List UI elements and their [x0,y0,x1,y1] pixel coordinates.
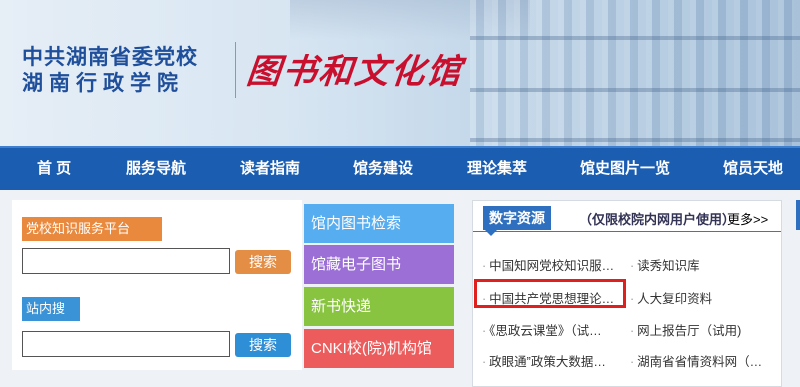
site-search-input[interactable] [22,331,230,357]
access-note: （仅限校院内网用户使用） [579,212,736,227]
adjacent-panel-edge [796,200,800,230]
nav-service-guide[interactable]: 服务导航 [126,148,186,190]
title-pointer [485,230,497,236]
banner-bookshelf-image [470,0,800,146]
digital-resources-title: 数字资源 [483,206,551,230]
more-link[interactable]: 更多>> [727,209,768,228]
nav-history-photos[interactable]: 馆史图片一览 [580,148,670,190]
nav-library-affairs[interactable]: 馆务建设 [353,148,413,190]
tile-new-books[interactable]: 新书快递 [304,287,454,326]
library-name-calligraphy: 图书和文化馆 [244,52,465,92]
highlight-box [474,279,626,308]
school-name-line2: 湖南行政学院 [22,71,184,95]
tile-book-search[interactable]: 馆内图书检索 [304,204,454,243]
knowledge-platform-label[interactable]: 党校知识服务平台 [22,217,162,241]
resource-link-renda-reprints[interactable]: · 人大复印资料 [630,288,712,307]
tile-cnki-institution[interactable]: CNKI校(院)机构馆 [304,329,454,368]
knowledge-search-button[interactable]: 搜索 [235,250,291,274]
nav-theory-collection[interactable]: 理论集萃 [467,148,527,190]
nav-home[interactable]: 首 页 [37,148,71,190]
school-logo-text: 中共湖南省委党校 湖南行政学院 [22,44,198,96]
header-banner: 中共湖南省委党校 湖南行政学院 图书和文化馆 [0,0,800,146]
resource-link-hunan-provincial-data[interactable]: · 湖南省省情资料网（… [630,351,762,370]
knowledge-search-input[interactable] [22,248,230,274]
nav-reader-guide[interactable]: 读者指南 [240,148,300,190]
digital-resources-header: 数字资源 （仅限校院内网用户使用） 更多>> [473,201,781,236]
resource-link-sizheng-cloud[interactable]: · 《思政云课堂》（试… [482,320,602,339]
main-nav-bar: 首 页 服务导航 读者指南 馆务建设 理论集萃 馆史图片一览 馆员天地 [0,146,800,190]
resource-link-policy-big-data[interactable]: · 政眼通”政策大数据… [482,351,606,370]
resource-link-online-lecture-hall[interactable]: · 网上报告厅（试用) [630,320,741,339]
site-search-label: 站内搜索 [22,297,80,340]
nav-staff-corner[interactable]: 馆员天地 [723,148,783,190]
tile-ebooks[interactable]: 馆藏电子图书 [304,245,454,284]
resource-link-duxiu[interactable]: · 读秀知识库 [630,255,700,274]
site-search-button[interactable]: 搜索 [235,333,291,357]
banner-divider [235,42,236,98]
search-panel: 党校知识服务平台 搜索 站内搜索 搜索 [12,200,302,370]
school-name-line1: 中共湖南省委党校 [22,45,198,69]
resource-link-cnki-party-school[interactable]: · 中国知网党校知识服… [482,255,614,274]
